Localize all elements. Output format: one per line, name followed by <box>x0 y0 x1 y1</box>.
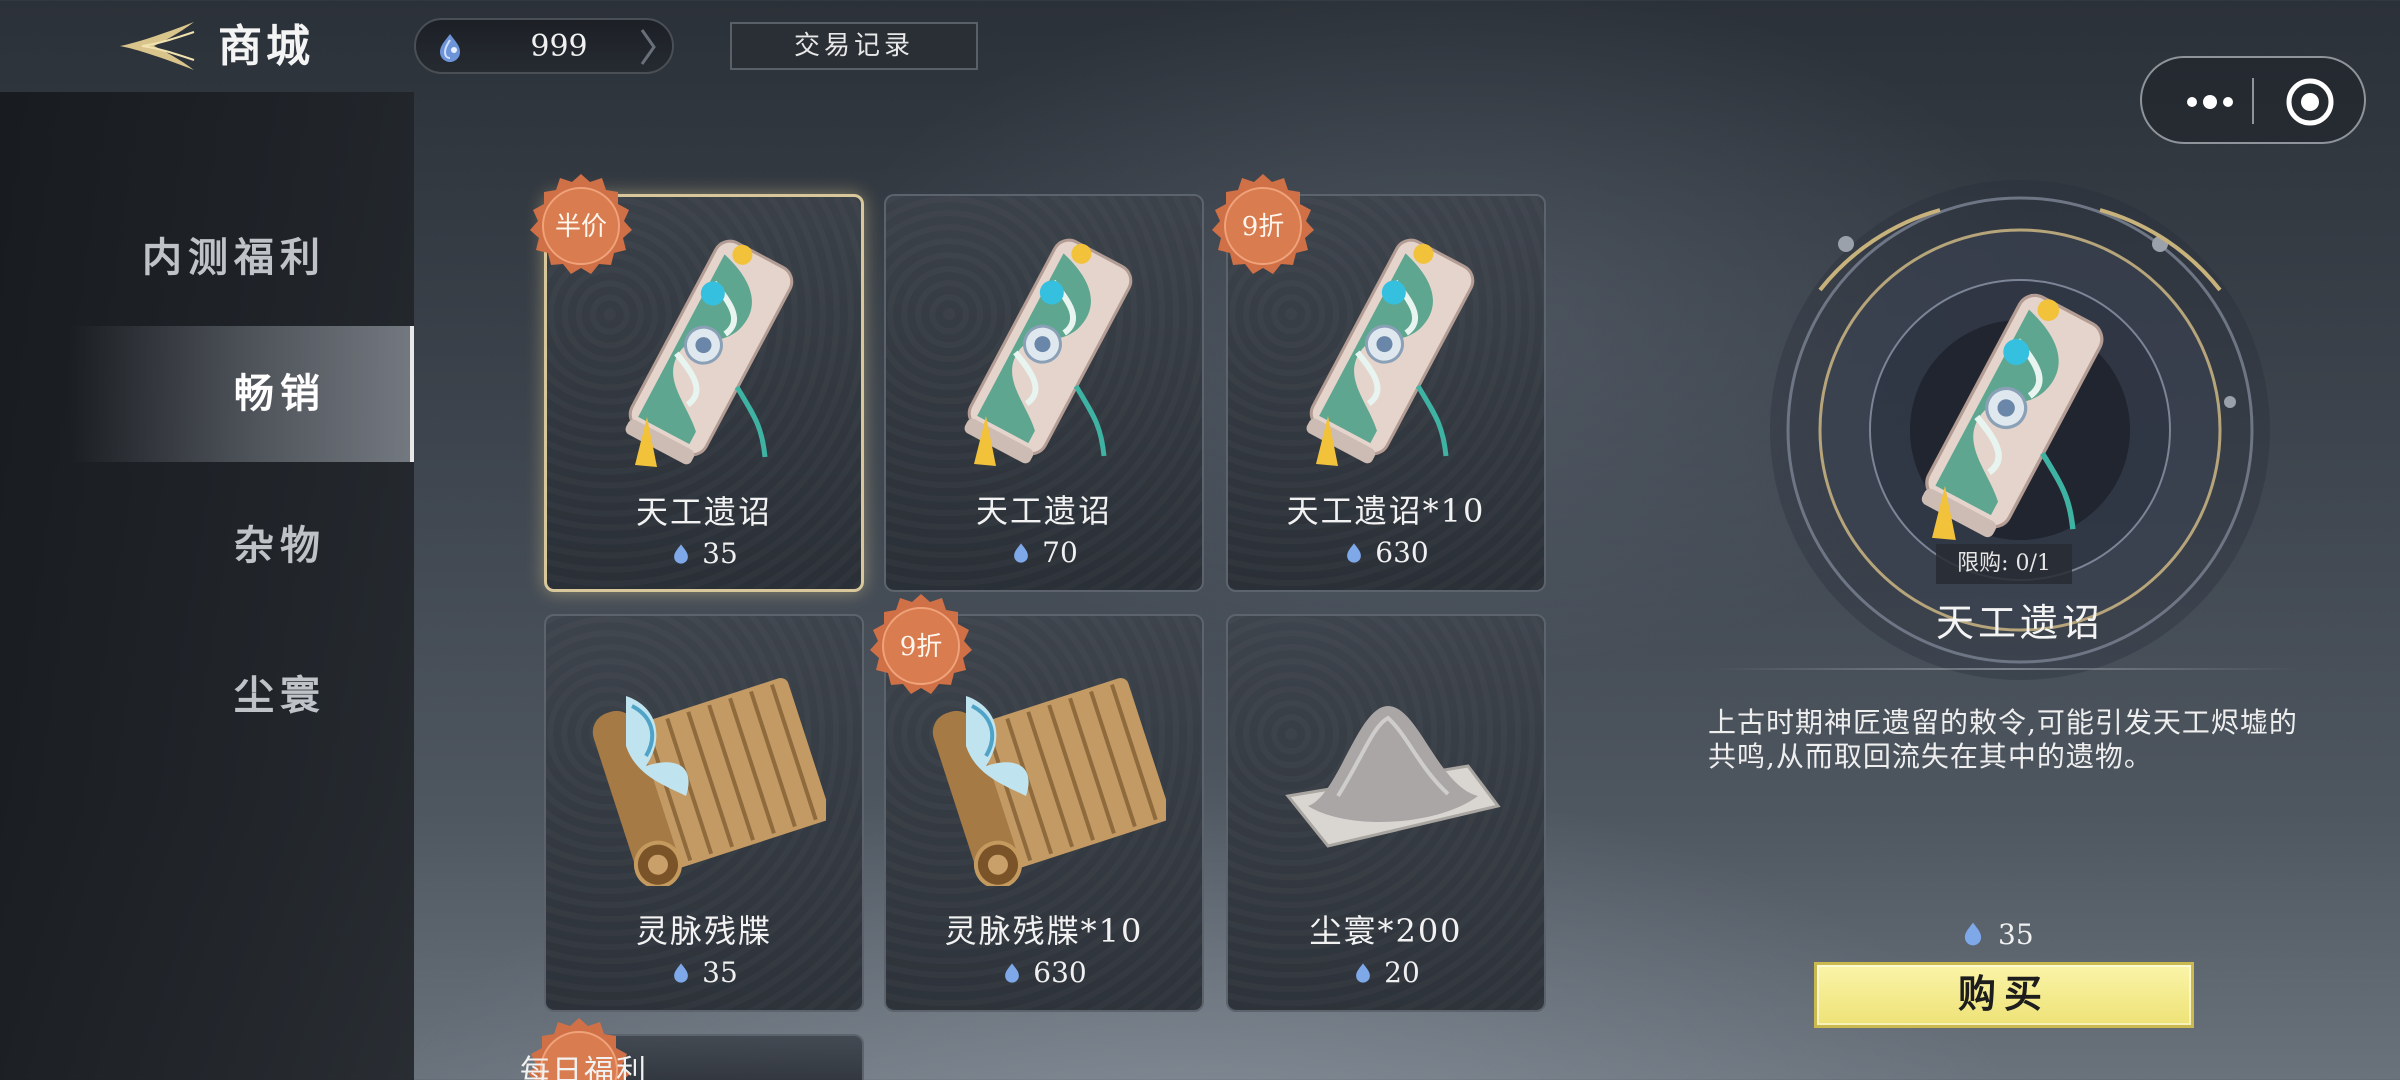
item-price-value: 630 <box>1033 956 1087 989</box>
capsule-divider <box>2252 78 2254 124</box>
item-price-value: 630 <box>1375 536 1429 569</box>
spirit-gem-icon <box>1356 962 1371 983</box>
item-name: 灵脉残牒*10 <box>944 912 1144 950</box>
scroll-icon <box>1880 280 2140 540</box>
scroll-icon <box>926 226 1166 466</box>
item-price: 20 <box>1228 956 1544 989</box>
back-arrow-icon[interactable] <box>118 18 196 74</box>
item-price: 630 <box>1228 536 1544 569</box>
sidebar-item-chenhuan[interactable]: 尘寰 <box>0 628 414 764</box>
more-options-icon[interactable] <box>2166 58 2252 144</box>
item-price-value: 35 <box>702 956 738 989</box>
pill-end-ornament <box>640 29 656 65</box>
sidebar-item-label: 尘寰 <box>234 672 326 719</box>
shop-item-card[interactable]: 天工遗诏 70 <box>884 194 1204 592</box>
spirit-gem-icon <box>440 34 460 62</box>
category-sidebar: 内测福利 畅销 杂物 尘寰 <box>0 92 414 1080</box>
sidebar-item-label: 畅销 <box>234 370 326 417</box>
detail-description: 上古时期神匠遗留的敕令,可能引发天工烬墟的共鸣,从而取回流失在其中的遗物。 <box>1708 706 2298 773</box>
currency-balance: 999 <box>414 18 674 74</box>
close-target-icon[interactable] <box>2262 58 2358 144</box>
dust-pile-icon <box>1286 704 1500 848</box>
discount-badge-label: 9折 <box>1241 212 1285 242</box>
item-price: 70 <box>886 536 1202 569</box>
discount-badge-label: 9折 <box>899 632 943 662</box>
item-price-value: 70 <box>1042 536 1078 569</box>
item-name: 尘寰*200 <box>1309 912 1463 950</box>
detail-item-title: 天工遗诏 <box>1935 601 2104 645</box>
sidebar-item-beta-welfare[interactable]: 内测福利 <box>0 190 414 326</box>
bamboo-slip-icon <box>586 654 826 886</box>
spirit-gem-icon <box>674 543 689 564</box>
item-price: 35 <box>547 537 861 570</box>
item-name: 天工遗诏 <box>635 493 772 531</box>
detail-divider <box>1710 668 2300 670</box>
detail-price: 35 <box>1960 918 2034 951</box>
spirit-gem-icon <box>1964 922 1982 945</box>
page-title: 商城 <box>218 21 314 72</box>
purchase-limit: 限购: 0/1 <box>1936 544 2072 584</box>
currency-amount: 999 <box>530 28 588 64</box>
spirit-gem-icon <box>1014 542 1029 563</box>
item-name: 每日福利 <box>520 1054 648 1080</box>
sidebar-item-misc[interactable]: 杂物 <box>0 478 414 614</box>
item-name: 灵脉残牒 <box>635 912 772 950</box>
spirit-gem-icon <box>674 962 689 983</box>
item-price: 35 <box>546 956 862 989</box>
shop-item-card[interactable]: 尘寰*200 20 <box>1226 614 1546 1012</box>
sidebar-item-label: 杂物 <box>234 522 326 569</box>
spirit-gem-icon <box>1347 542 1362 563</box>
sidebar-item-bestsellers[interactable]: 畅销 <box>70 326 414 462</box>
mini-program-capsule <box>2140 56 2366 144</box>
sidebar-item-label: 内测福利 <box>142 234 326 281</box>
item-price: 630 <box>886 956 1202 989</box>
buy-button[interactable]: 购买 <box>1814 962 2194 1028</box>
item-name: 天工遗诏*10 <box>1286 492 1486 530</box>
trade-record-button[interactable]: 交易记录 <box>730 22 978 70</box>
detail-price-value: 35 <box>1998 918 2034 951</box>
item-price-value: 35 <box>702 537 738 570</box>
shop-item-card[interactable]: 灵脉残牒 35 <box>544 614 864 1012</box>
item-name: 天工遗诏 <box>975 492 1112 530</box>
spirit-gem-icon <box>1005 962 1020 983</box>
item-price-value: 20 <box>1384 956 1420 989</box>
discount-badge-label: 半价 <box>554 212 607 242</box>
